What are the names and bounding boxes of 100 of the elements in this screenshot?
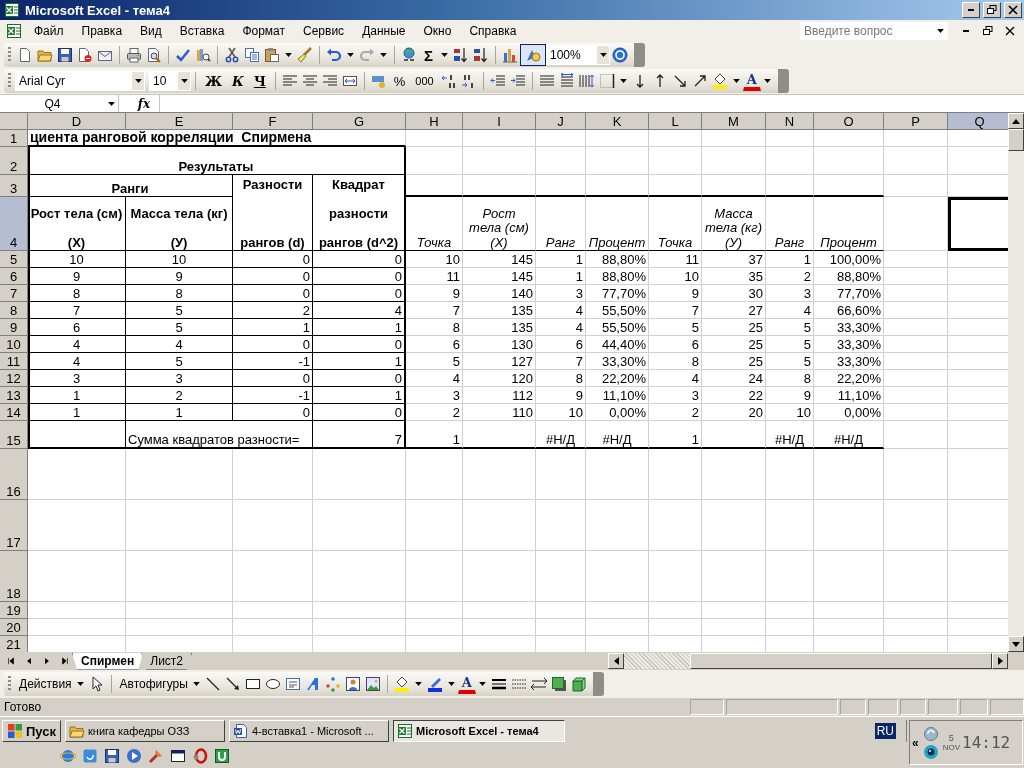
sheet-tab[interactable]: Спирмен [72, 652, 144, 670]
justify-icon[interactable] [538, 73, 555, 89]
row-header[interactable]: 5 [0, 251, 28, 268]
row-header[interactable]: 3 [0, 175, 28, 197]
start-button[interactable]: Пуск [2, 720, 61, 742]
menu-item[interactable]: Вид [132, 22, 170, 40]
refresh-icon[interactable] [82, 748, 98, 764]
globe-icon[interactable] [401, 47, 417, 63]
column-header[interactable]: Q [948, 113, 1008, 130]
folder-icon[interactable] [37, 47, 53, 63]
thousands-separator-button[interactable]: 000 [410, 70, 439, 92]
row-header[interactable]: 8 [0, 302, 28, 319]
toolbar-options-handle[interactable] [777, 69, 789, 93]
new-document-icon[interactable] [17, 47, 33, 63]
text-box-icon[interactable] [284, 676, 301, 692]
column-header[interactable]: D [28, 113, 126, 130]
caret-icon[interactable] [414, 682, 422, 686]
clip-art-icon[interactable] [344, 676, 361, 692]
caret-icon[interactable] [937, 29, 944, 33]
taskbar-button[interactable]: книга кафедры ОЗЗ [65, 720, 225, 742]
column-header[interactable]: J [536, 113, 586, 130]
font-size-dropdown[interactable]: 10 [149, 71, 191, 91]
select-all-button[interactable] [0, 113, 28, 130]
menu-item[interactable]: Вставка [171, 22, 233, 40]
scroll-down-icon[interactable] [1012, 641, 1020, 647]
help-icon[interactable] [612, 47, 628, 63]
copy-icon[interactable] [244, 47, 260, 63]
menu-item[interactable]: Формат [234, 22, 294, 40]
column-header[interactable]: K [586, 113, 649, 130]
currency-icon[interactable] [370, 73, 387, 89]
row-header[interactable]: 9 [0, 319, 28, 336]
cell-cursor[interactable] [948, 197, 1008, 251]
caret-icon[interactable] [441, 53, 448, 57]
image-icon[interactable] [364, 676, 381, 692]
sheet-tab[interactable]: Лист2 [141, 652, 192, 670]
help-search-field[interactable]: Введите вопрос [800, 22, 948, 40]
row-header[interactable]: 16 [0, 449, 28, 500]
row-header[interactable]: 7 [0, 285, 28, 302]
eye-icon[interactable] [922, 743, 939, 760]
ring-icon[interactable] [192, 748, 208, 764]
tools-icon[interactable] [148, 748, 164, 764]
menu-item[interactable]: Правка [73, 22, 131, 40]
row-header[interactable]: 19 [0, 602, 28, 619]
caret-icon[interactable] [347, 53, 354, 57]
italic-button[interactable]: К [227, 70, 249, 92]
rectangle-icon[interactable] [244, 676, 261, 692]
diagram-icon[interactable] [324, 676, 341, 692]
caret-icon[interactable] [76, 682, 84, 686]
row-header[interactable]: 15 [0, 421, 28, 449]
drawing-toggle-button[interactable] [520, 44, 546, 66]
scroll-up-icon[interactable] [1012, 118, 1020, 124]
autosum-button[interactable]: Σ [419, 44, 438, 66]
decrease-indent-icon[interactable] [489, 73, 506, 89]
cube-icon[interactable] [570, 676, 587, 692]
caret-icon[interactable] [732, 79, 740, 83]
column-header[interactable]: P [884, 113, 948, 130]
row-header[interactable]: 14 [0, 404, 28, 421]
caret-icon[interactable] [192, 682, 200, 686]
redo-icon[interactable] [359, 47, 375, 63]
print-preview-icon[interactable] [146, 47, 162, 63]
sort-descending-icon[interactable] [473, 47, 489, 63]
ie-icon[interactable] [60, 748, 76, 764]
row-header[interactable]: 6 [0, 268, 28, 285]
paint-bucket-icon[interactable] [393, 676, 410, 692]
minimize-button[interactable] [962, 2, 980, 18]
arrow-style-icon[interactable] [530, 676, 547, 692]
arrow-icon[interactable] [224, 676, 241, 692]
menu-item[interactable]: Файл [26, 22, 72, 40]
row-header[interactable]: 17 [0, 500, 28, 551]
pencil-line-icon[interactable] [426, 676, 443, 692]
caret-icon[interactable] [285, 53, 292, 57]
row-header[interactable]: 1 [0, 130, 28, 147]
row-header[interactable]: 10 [0, 336, 28, 353]
line-icon[interactable] [204, 676, 221, 692]
shadow-icon[interactable] [550, 676, 567, 692]
insert-function-button[interactable]: fx [129, 96, 159, 111]
nav-first-icon[interactable] [6, 656, 16, 666]
media-player-icon[interactable] [126, 748, 142, 764]
column-header[interactable]: O [814, 113, 884, 130]
scroll-left-icon[interactable] [613, 657, 619, 665]
caret-icon[interactable] [763, 79, 771, 83]
increase-indent-icon[interactable] [509, 73, 526, 89]
window-icon[interactable] [170, 748, 186, 764]
language-indicator[interactable]: RU [874, 723, 896, 739]
close-button[interactable] [1004, 2, 1022, 18]
bar-chart-icon[interactable] [502, 47, 518, 63]
horizontal-scrollbar[interactable] [608, 653, 1008, 669]
spreadsheet-icon[interactable] [6, 23, 22, 39]
sort-ascending-icon[interactable] [453, 47, 469, 63]
undo-icon[interactable] [326, 47, 342, 63]
caret-icon[interactable] [134, 79, 142, 83]
caret-icon[interactable] [599, 53, 607, 57]
caret-icon[interactable] [380, 53, 387, 57]
column-header[interactable]: G [313, 113, 406, 130]
wordart-icon[interactable] [304, 676, 321, 692]
toolbar-options-handle[interactable] [634, 43, 645, 67]
caret-icon[interactable] [180, 79, 188, 83]
scissors-icon[interactable] [224, 47, 240, 63]
row-header[interactable]: 2 [0, 147, 28, 175]
distributed-icon[interactable] [558, 73, 575, 89]
